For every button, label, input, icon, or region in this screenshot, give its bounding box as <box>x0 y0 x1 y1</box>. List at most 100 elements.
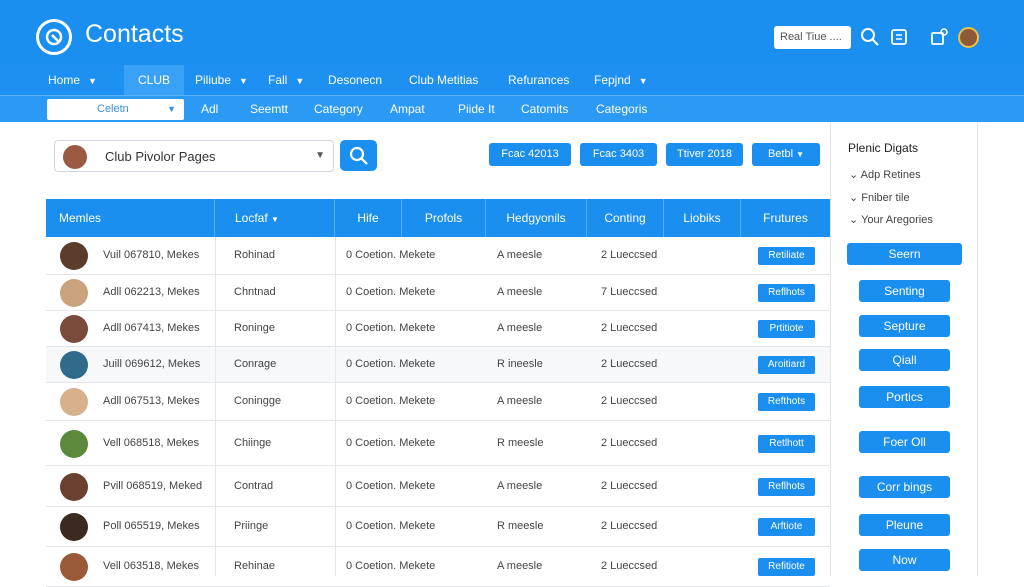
nav-item-home[interactable]: Home ▼ <box>48 65 97 95</box>
contact-status: A meesle <box>497 286 543 298</box>
contact-status: R ineesle <box>497 358 543 370</box>
row-action-button[interactable]: Retiliate <box>758 247 815 265</box>
contact-name: Adll 067413, Mekes <box>103 322 200 334</box>
contact-name: Juill 069612, Mekes <box>103 358 201 370</box>
column-header[interactable]: Liobiks <box>664 199 741 237</box>
contact-count: 2 Lueccsed <box>601 436 658 449</box>
contact-location: Chiinge <box>234 436 272 449</box>
contact-info: 0 Coetion. Mekete <box>346 358 436 370</box>
column-header[interactable]: Frutures <box>741 199 830 237</box>
filter-pill[interactable]: Ttiver 2018 <box>666 143 743 166</box>
table-row[interactable]: Poll 065519, Mekes Priinge 0 Coetion. Meke… <box>46 507 830 547</box>
avatar <box>60 553 88 581</box>
chevron-down-icon: ▼ <box>315 150 325 161</box>
avatar <box>60 388 88 416</box>
contact-info: 0 Coetion. Mekete <box>346 436 436 449</box>
row-action-button[interactable]: Reflhots <box>758 477 815 496</box>
nav-item-label: Piliube <box>195 73 232 87</box>
column-header[interactable]: Conting <box>587 199 664 237</box>
panel-button[interactable]: Corr bings <box>859 476 950 498</box>
nav-item-refurances[interactable]: Refurances <box>508 65 569 95</box>
nav-item-piliube[interactable]: Piliube ▼ <box>195 65 248 95</box>
panel-filter[interactable]: ⌄ Fniber tile <box>849 191 910 204</box>
column-header[interactable]: Hife <box>335 199 402 237</box>
subnav-item[interactable]: Category <box>314 96 363 123</box>
chevron-down-icon: ▼ <box>638 76 648 86</box>
nav-item-label: Fepjnd <box>594 73 631 87</box>
panel-button[interactable]: Senting <box>859 280 950 302</box>
subnav-item[interactable]: Adl <box>201 96 218 123</box>
table-row[interactable]: Adll 067413, Mekes Roninge 0 Coetion. Meke… <box>46 311 830 347</box>
column-header-label: Locfaf <box>235 211 268 225</box>
subnav-item[interactable]: Ampat <box>390 96 425 123</box>
contact-status: R meesle <box>497 436 544 449</box>
nav-item-club[interactable]: CLUB <box>124 65 185 95</box>
row-action-button[interactable]: Aroitiard <box>758 356 815 374</box>
filter-dropdown[interactable]: Betbl ▼ <box>752 143 820 166</box>
avatar <box>60 513 88 541</box>
avatar <box>60 472 88 501</box>
filter-pill[interactable]: Fcac 3403 <box>580 143 657 166</box>
panel-button[interactable]: Pleune <box>859 514 950 536</box>
panel-filter[interactable]: ⌄ Your Aregories <box>849 213 933 226</box>
table-row[interactable]: Adll 062213, Mekes Chntnad 0 Coetion. Meke… <box>46 275 830 311</box>
account-icon[interactable] <box>929 27 949 47</box>
nav-item-label: Desonecn <box>328 73 383 87</box>
column-header[interactable]: Locfaf ▼ <box>215 199 335 237</box>
contact-location: Coningge <box>234 395 282 407</box>
row-action-button[interactable]: Prtitiote <box>758 320 815 338</box>
row-action-button[interactable]: Arftiote <box>758 518 815 536</box>
nav-item-fepjnd[interactable]: Fepjnd ▼ <box>594 65 648 95</box>
settings-icon[interactable] <box>889 27 909 47</box>
table-row[interactable]: Vell 063518, Mekes Rehinae 0 Coetion. Meke… <box>46 547 830 587</box>
contact-name: Adll 067513, Mekes <box>103 395 200 407</box>
nav-item-label: CLUB <box>138 73 171 87</box>
column-header[interactable]: Profols <box>402 199 486 237</box>
subnav-item[interactable]: Categoris <box>596 96 647 123</box>
page-select[interactable]: Club Pivolor Pages ▼ <box>54 140 334 172</box>
panel-button[interactable]: Seern <box>847 243 962 265</box>
subnav-item[interactable]: Piide It <box>458 96 495 123</box>
filter-pill[interactable]: Fcac 42013 <box>489 143 571 166</box>
nav-item-label: Refurances <box>508 73 570 87</box>
table-row[interactable]: Adll 067513, Mekes Coningge 0 Coetion. Mek… <box>46 383 830 421</box>
subnav-item[interactable]: Catomits <box>521 96 568 123</box>
nav-item-fall[interactable]: Fall ▼ <box>268 65 304 95</box>
avatar <box>60 315 88 343</box>
chevron-down-icon: ⌄ <box>849 192 859 204</box>
search-icon[interactable] <box>860 27 880 47</box>
contact-count: 2 Lueccsed <box>601 358 658 370</box>
panel-button[interactable]: Foer Oll <box>859 431 950 453</box>
row-action-button[interactable]: Refthots <box>758 393 815 411</box>
row-action-button[interactable]: Refitiote <box>758 558 815 576</box>
nav-item-desonecn[interactable]: Desonecn <box>328 65 382 95</box>
nav-item-club-metitias[interactable]: Club Metitias <box>409 65 478 95</box>
panel-button[interactable]: Now <box>859 549 950 571</box>
column-header[interactable]: Memles <box>46 199 215 237</box>
app-logo-icon[interactable] <box>36 19 72 55</box>
avatar[interactable] <box>958 27 979 48</box>
table-row[interactable]: Vell 068518, Mekes Chiinge 0 Coetion. Meke… <box>46 421 830 466</box>
app-header: Contacts Real Tiue .... <box>0 0 1024 65</box>
contact-info: 0 Coetion. Mekete <box>346 479 436 492</box>
row-action-button[interactable]: Reflhots <box>758 284 815 302</box>
panel-button[interactable]: Septure <box>859 315 950 337</box>
panel-filter-label: Adp Retines <box>860 169 921 181</box>
panel-button[interactable]: Qiall <box>859 349 950 371</box>
page-title: Contacts <box>85 20 184 48</box>
category-select[interactable]: Celetn ▼ <box>47 99 184 120</box>
panel-filter[interactable]: ⌄ Adp Retines <box>849 168 921 181</box>
header-search-input[interactable]: Real Tiue .... <box>774 26 851 49</box>
panel-button[interactable]: Portics <box>859 386 950 408</box>
table-row[interactable]: Pvill 068519, Meked Contrad 0 Coetion. Mek… <box>46 466 830 507</box>
column-header[interactable]: Hedgyonils <box>486 199 587 237</box>
table-row[interactable]: Vuil 067810, Mekes Rohinad 0 Coetion. Meke… <box>46 237 830 275</box>
row-action-button[interactable]: Retlhott <box>758 434 815 453</box>
table-row[interactable]: Juill 069612, Mekes Conrage 0 Coetion. Mek… <box>46 347 830 383</box>
search-button[interactable] <box>340 140 377 171</box>
category-select-value: Celetn <box>97 103 129 115</box>
avatar <box>60 429 88 458</box>
contact-name: Adll 062213, Mekes <box>103 286 200 298</box>
subnav-item[interactable]: Seemtt <box>250 96 288 123</box>
contact-location: Roninge <box>234 322 275 334</box>
